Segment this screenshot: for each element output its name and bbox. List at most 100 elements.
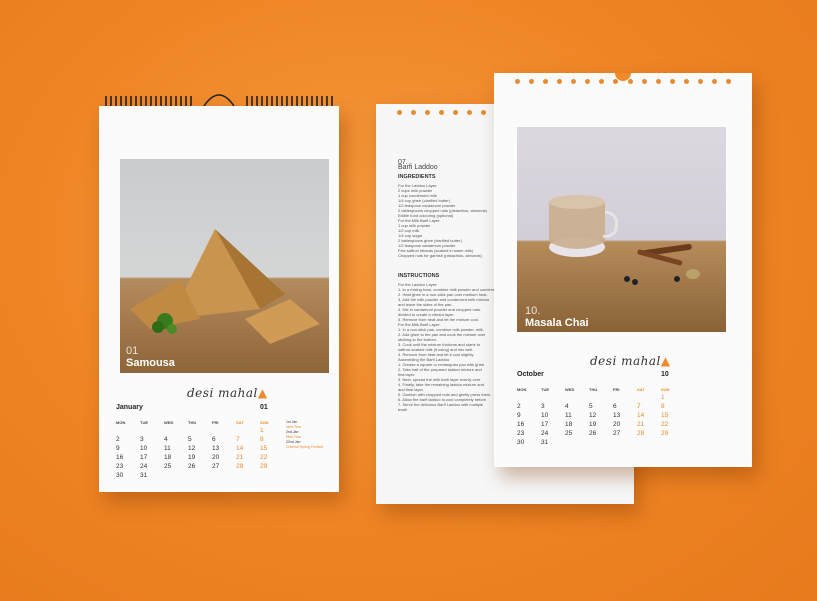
calendar-day: 26 bbox=[188, 463, 196, 470]
calendar-day: 16 bbox=[517, 421, 525, 428]
calendar-day: 13 bbox=[212, 445, 220, 452]
calendar-day: 10 bbox=[140, 445, 148, 452]
calendar-day: 3 bbox=[541, 403, 545, 410]
logo-dome-icon: ▲ bbox=[257, 386, 268, 400]
calendar-day: 9 bbox=[116, 445, 120, 452]
masala-chai-photo: 10. Masala Chai bbox=[517, 127, 726, 332]
calendar-day: 26 bbox=[589, 430, 597, 437]
calendar-day bbox=[188, 427, 212, 434]
calendar-day: 4 bbox=[565, 403, 569, 410]
calendar-day: 6 bbox=[613, 403, 617, 410]
day-header: THU bbox=[188, 420, 197, 425]
calendar-day: 24 bbox=[140, 463, 148, 470]
january-notes: 1st Jan New Year 2nd Jan New Year 22nd Jan Ch… bbox=[286, 420, 323, 450]
calendar-day bbox=[212, 472, 236, 479]
photo-title: Masala Chai bbox=[525, 317, 589, 329]
calendar-day: 21 bbox=[236, 454, 244, 461]
calendar-day bbox=[565, 439, 589, 446]
calendar-day: 7 bbox=[236, 436, 240, 443]
calendar-day bbox=[116, 427, 140, 434]
calendar-day: 27 bbox=[212, 463, 220, 470]
calendar-day: 4 bbox=[164, 436, 168, 443]
samousa-photo: 01 Samousa bbox=[120, 159, 329, 373]
day-header: SAT bbox=[236, 420, 244, 425]
calendar-day: 23 bbox=[517, 430, 525, 437]
brand-logo-text: desi mahal bbox=[590, 354, 661, 368]
logo-dome-icon: ▲ bbox=[660, 354, 671, 368]
calendar-day: 12 bbox=[188, 445, 196, 452]
calendar-day: 20 bbox=[613, 421, 621, 428]
calendar-day bbox=[637, 394, 661, 401]
calendar-day: 5 bbox=[188, 436, 192, 443]
calendar-day: 11 bbox=[164, 445, 171, 452]
calendar-day: 6 bbox=[212, 436, 216, 443]
calendar-day: 20 bbox=[212, 454, 220, 461]
calendar-day: 5 bbox=[589, 403, 593, 410]
calendar-day bbox=[565, 394, 589, 401]
day-header: MON bbox=[116, 420, 126, 425]
calendar-day: 25 bbox=[565, 430, 573, 437]
calendar-day: 19 bbox=[589, 421, 597, 428]
calendar-day: 1 bbox=[661, 394, 665, 401]
month-number: 10 bbox=[661, 371, 669, 378]
calendar-day bbox=[589, 439, 613, 446]
calendar-day bbox=[661, 439, 685, 446]
brand-logo-text: desi mahal bbox=[187, 386, 258, 400]
month-name: October bbox=[517, 371, 544, 378]
calendar-day: 14 bbox=[637, 412, 645, 419]
calendar-day: 15 bbox=[661, 412, 669, 419]
day-header: SAT bbox=[637, 387, 645, 392]
calendar-day bbox=[140, 427, 164, 434]
photo-title: Samousa bbox=[126, 357, 175, 369]
calendar-day: 30 bbox=[116, 472, 124, 479]
calendar-day: 17 bbox=[541, 421, 549, 428]
calendar-day: 1 bbox=[260, 427, 264, 434]
month-number: 01 bbox=[260, 404, 268, 411]
calendar-day bbox=[164, 427, 188, 434]
calendar-day: 12 bbox=[589, 412, 597, 419]
calendar-day: 8 bbox=[661, 403, 665, 410]
brand-logo: desi mahal▲ bbox=[187, 386, 268, 400]
calendar-day: 15 bbox=[260, 445, 268, 452]
calendar-day: 18 bbox=[565, 421, 573, 428]
calendar-day: 29 bbox=[260, 463, 268, 470]
calendar-day: 24 bbox=[541, 430, 549, 437]
calendar-day bbox=[613, 394, 637, 401]
calendar-day: 8 bbox=[260, 436, 264, 443]
calendar-day: 28 bbox=[637, 430, 645, 437]
calendar-day: 27 bbox=[613, 430, 621, 437]
calendar-day: 29 bbox=[661, 430, 669, 437]
calendar-day: 22 bbox=[661, 421, 669, 428]
calendar-day: 25 bbox=[164, 463, 172, 470]
calendar-day bbox=[589, 394, 613, 401]
calendar-day: 10 bbox=[541, 412, 549, 419]
calendar-day bbox=[188, 472, 212, 479]
october-calendar-page: 10. Masala Chai desi mahal▲ October 10 M… bbox=[494, 73, 752, 467]
day-header: TUE bbox=[541, 387, 549, 392]
chai-illustration bbox=[549, 195, 700, 285]
calendar-day: 7 bbox=[637, 403, 641, 410]
calendar-day bbox=[236, 427, 260, 434]
calendar-day: 21 bbox=[637, 421, 645, 428]
october-grid: MON TUE WED THU FRI SAT SUN 1 2 3 4 5 6 7 8 9 10 11 12 13 14… bbox=[517, 387, 685, 446]
calendar-day: 13 bbox=[613, 412, 621, 419]
day-header: THU bbox=[589, 387, 598, 392]
calendar-day: 2 bbox=[517, 403, 521, 410]
calendar-day: 3 bbox=[140, 436, 144, 443]
calendar-day bbox=[212, 427, 236, 434]
photo-number: 01 bbox=[126, 345, 139, 357]
calendar-day: 14 bbox=[236, 445, 244, 452]
calendar-day: 22 bbox=[260, 454, 268, 461]
day-header: FRI bbox=[613, 387, 620, 392]
samousa-illustration bbox=[130, 229, 320, 344]
calendar-day bbox=[541, 394, 565, 401]
calendar-day bbox=[260, 472, 284, 479]
brand-logo: desi mahal▲ bbox=[590, 354, 671, 368]
calendar-day: 9 bbox=[517, 412, 521, 419]
day-header: SUN bbox=[661, 387, 670, 392]
calendar-day: 28 bbox=[236, 463, 244, 470]
calendar-day: 16 bbox=[116, 454, 124, 461]
day-header: FRI bbox=[212, 420, 219, 425]
january-calendar-page: 01 Samousa desi mahal▲ January 01 MON TUE… bbox=[99, 106, 339, 492]
calendar-day: 18 bbox=[164, 454, 172, 461]
